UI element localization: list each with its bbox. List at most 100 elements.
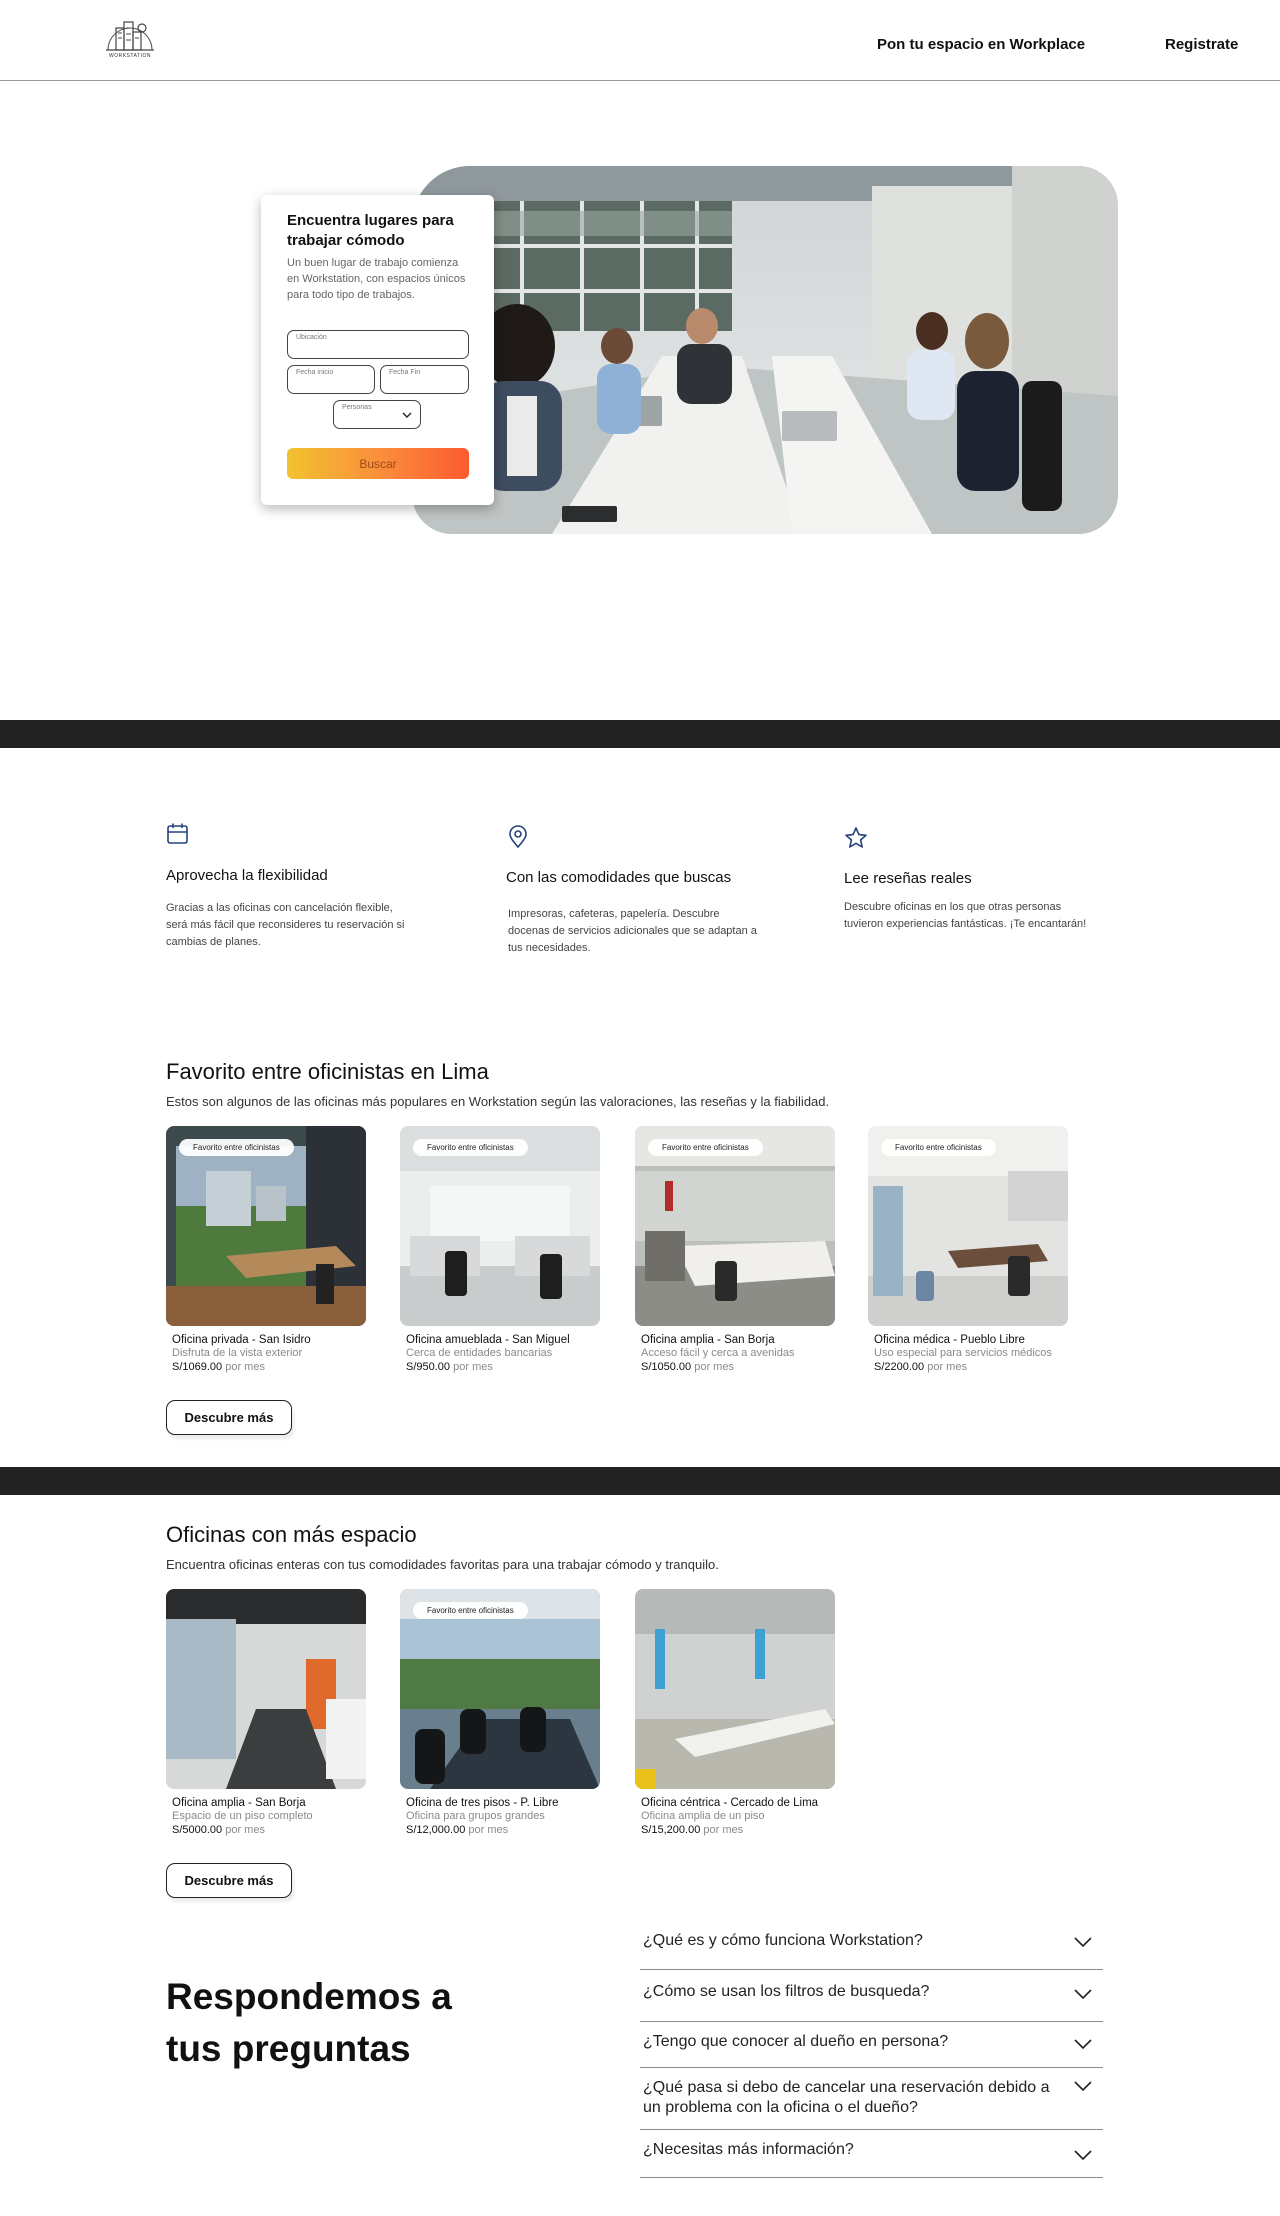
chevron-down-icon: [402, 412, 412, 418]
office-name: Oficina amueblada - San Miguel: [406, 1334, 570, 1346]
faq-item[interactable]: ¿Cómo se usan los filtros de busqueda?: [640, 1970, 1103, 2022]
price-unit: por mes: [225, 1824, 265, 1836]
section-divider-band: [0, 720, 1280, 748]
price-value: S/5000.00: [172, 1824, 223, 1836]
office-card[interactable]: Favorito entre oficinistas Oficina de tr…: [400, 1589, 600, 1838]
star-icon: [845, 827, 867, 848]
price-unit: por mes: [694, 1361, 734, 1373]
feature-description: Impresoras, cafeteras, papelería. Descub…: [508, 908, 757, 954]
faq-question: ¿Qué pasa si debo de cancelar una reserv…: [643, 2079, 1050, 2116]
faq-item[interactable]: ¿Tengo que conocer al dueño en persona?: [640, 2022, 1103, 2068]
chevron-down-icon: [1074, 2081, 1092, 2092]
search-button[interactable]: Buscar: [287, 448, 469, 479]
office-photo: Favorito entre oficinistas: [400, 1589, 600, 1789]
start-date-label: Fecha inicio: [296, 369, 334, 376]
office-meeting-illustration: [412, 166, 1118, 534]
office-card[interactable]: Oficina céntrica - Cercado de Lima Ofici…: [635, 1589, 835, 1838]
faq-item[interactable]: ¿Necesitas más información?: [640, 2130, 1103, 2178]
faq-item[interactable]: ¿Qué pasa si debo de cancelar una reserv…: [640, 2068, 1103, 2130]
feature-title: Lee reseñas reales: [844, 870, 972, 887]
top-header: WORKSTATION Pon tu espacio en Workplace …: [0, 0, 1280, 81]
large-open-office-illustration: [635, 1589, 835, 1789]
office-photo: Favorito entre oficinistas: [635, 1126, 835, 1326]
chevron-down-icon: [1074, 1989, 1092, 2000]
faq-item[interactable]: ¿Qué es y cómo funciona Workstation?: [640, 1930, 1103, 1970]
price-value: S/950.00: [406, 1361, 451, 1373]
end-date-label: Fecha Fin: [389, 369, 421, 376]
office-name: Oficina céntrica - Cercado de Lima: [641, 1797, 819, 1809]
feature-description: Descubre oficinas en los que otras perso…: [844, 901, 1087, 930]
office-name: Oficina médica - Pueblo Libre: [874, 1334, 1025, 1346]
faq-title: Respondemos a tus preguntas: [166, 1976, 452, 2069]
faq-question: ¿Cómo se usan los filtros de busqueda?: [643, 1983, 930, 2000]
office-photo: [635, 1589, 835, 1789]
office-price: S/1050.00 por mes: [635, 1360, 835, 1375]
price-unit: por mes: [468, 1824, 509, 1836]
feature-title: Con las comodidades que buscas: [506, 869, 732, 886]
search-card-title: Encuentra lugares para trabajar cómodo: [287, 212, 454, 249]
medical-office-illustration: [868, 1126, 1068, 1326]
search-card: Encuentra lugares para trabajar cómodo U…: [261, 195, 494, 505]
start-date-input[interactable]: Fecha inicio: [287, 365, 375, 394]
office-detail: Espacio de un piso completo: [172, 1810, 313, 1822]
chevron-down-icon: [1074, 2039, 1092, 2050]
office-detail: Cerca de entidades bancarias: [406, 1347, 553, 1359]
spacious-more-button[interactable]: Descubre más: [166, 1863, 292, 1898]
search-card-description: Un buen lugar de trabajo comienza en Wor…: [287, 257, 466, 301]
price-value: S/2200.00: [874, 1361, 925, 1373]
calendar-icon: [167, 823, 188, 844]
office-photo: Favorito entre oficinistas: [868, 1126, 1068, 1326]
favorites-subtitle: Estos son algunos de las oficinas más po…: [166, 1094, 830, 1109]
favorite-badge: Favorito entre oficinistas: [648, 1139, 763, 1156]
office-photo: Favorito entre oficinistas: [400, 1126, 600, 1326]
people-select[interactable]: Personas: [333, 400, 421, 429]
favorites-more-button[interactable]: Descubre más: [166, 1400, 292, 1435]
office-price: S/15,200.00 por mes: [635, 1823, 835, 1838]
corridor-office-illustration: [166, 1589, 366, 1789]
feature-title: Aprovecha la flexibilidad: [166, 867, 328, 884]
favorite-badge: Favorito entre oficinistas: [179, 1139, 294, 1156]
office-price: S/2200.00 por mes: [868, 1360, 1068, 1375]
end-date-input[interactable]: Fecha Fin: [380, 365, 469, 394]
office-detail: Disfruta de la vista exterior: [172, 1347, 303, 1359]
price-value: S/15,200.00: [641, 1824, 701, 1836]
open-office-illustration: [635, 1126, 835, 1326]
faq-question: ¿Necesitas más información?: [643, 2141, 854, 2158]
price-unit: por mes: [703, 1824, 744, 1836]
favorite-badge: Favorito entre oficinistas: [413, 1139, 528, 1156]
logo-text: WORKSTATION: [109, 53, 151, 59]
office-detail: Acceso fácil y cerca a avenidas: [641, 1347, 795, 1359]
office-price: S/5000.00 por mes: [166, 1823, 366, 1838]
office-card[interactable]: Oficina amplia - San Borja Espacio de un…: [166, 1589, 366, 1838]
workstation-logo[interactable]: WORKSTATION: [104, 18, 156, 62]
faq-question: ¿Tengo que conocer al dueño en persona?: [643, 2033, 949, 2050]
chevron-down-icon: [1074, 2150, 1092, 2161]
office-price: S/950.00 por mes: [400, 1360, 600, 1375]
favorites-title: Favorito entre oficinistas en Lima: [166, 1059, 489, 1084]
building-logo-icon: [106, 21, 154, 51]
office-card[interactable]: Favorito entre oficinistas Oficina ampli…: [635, 1126, 835, 1375]
people-label: Personas: [342, 404, 372, 411]
section-divider-band: [0, 1467, 1280, 1495]
location-label: Ubicación: [296, 334, 327, 341]
office-card[interactable]: Favorito entre oficinistas Oficina médic…: [868, 1126, 1068, 1375]
feature-description: Gracias a las oficinas con cancelación f…: [166, 902, 405, 948]
office-card[interactable]: Favorito entre oficinistas Oficina amueb…: [400, 1126, 600, 1375]
price-unit: por mes: [927, 1361, 967, 1373]
office-card[interactable]: Favorito entre oficinistas Oficina priva…: [166, 1126, 366, 1375]
conference-room-illustration: [400, 1589, 600, 1789]
favorite-badge: Favorito entre oficinistas: [413, 1602, 528, 1619]
location-pin-icon: [509, 825, 527, 849]
spacious-title: Oficinas con más espacio: [166, 1522, 417, 1547]
favorite-badge: Favorito entre oficinistas: [881, 1139, 996, 1156]
nav-register-link[interactable]: Registrate: [1165, 36, 1238, 53]
faq-question: ¿Qué es y cómo funciona Workstation?: [643, 1932, 923, 1949]
office-price: S/12,000.00 por mes: [400, 1823, 600, 1838]
location-input[interactable]: Ubicación: [287, 330, 469, 359]
nav-list-space-link[interactable]: Pon tu espacio en Workplace: [877, 36, 1085, 53]
price-unit: por mes: [453, 1361, 493, 1373]
office-window-view-illustration: [166, 1126, 366, 1326]
office-name: Oficina privada - San Isidro: [172, 1334, 311, 1346]
chevron-down-icon: [1074, 1937, 1092, 1948]
office-detail: Uso especial para servicios médicos: [874, 1347, 1052, 1359]
